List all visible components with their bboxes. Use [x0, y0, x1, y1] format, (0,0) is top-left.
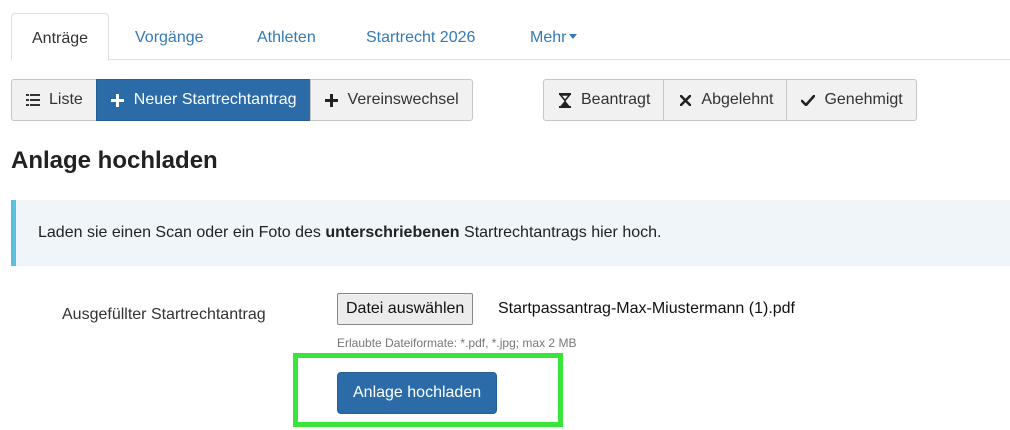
nav-tabs: Anträge Vorgänge Athleten Startrecht 202…	[11, 13, 1010, 61]
toolbar-group-create: Liste Neuer Startrechtantrag Vereinswech…	[11, 79, 473, 121]
plus-icon	[324, 93, 340, 107]
upload-attachment-button[interactable]: Anlage hochladen	[337, 372, 498, 414]
rejected-filter-button[interactable]: Abgelehnt	[663, 79, 788, 121]
page-title: Anlage hochladen	[11, 147, 218, 174]
info-alert: Laden sie einen Scan oder ein Foto des u…	[11, 200, 1010, 266]
tab-antraege[interactable]: Anträge	[11, 13, 110, 61]
x-icon	[677, 94, 693, 106]
choose-file-button[interactable]: Datei auswählen	[337, 293, 474, 325]
toolbar-group-status: Beantragt Abgelehnt Genehmigt	[543, 79, 917, 121]
approved-filter-button[interactable]: Genehmigt	[786, 79, 917, 121]
caret-down-icon	[569, 33, 578, 39]
new-application-button[interactable]: Neuer Startrechtantrag	[95, 79, 311, 121]
alert-text-before: Laden sie einen Scan oder ein Foto des	[38, 224, 326, 241]
requested-filter-button[interactable]: Beantragt	[543, 79, 665, 121]
check-icon	[800, 94, 816, 106]
selected-file-name: Startpassantrag-Max-Miustermann (1).pdf	[498, 300, 795, 317]
file-field-label: Ausgefüllter Startrechtantrag	[62, 306, 266, 323]
plus-icon	[110, 93, 126, 107]
allowed-formats-help: Erlaubte Dateiformate: *.pdf, *.jpg; max…	[337, 336, 577, 350]
hourglass-icon	[557, 92, 573, 108]
alert-text-after: Startrechtantrags hier hoch.	[459, 224, 662, 241]
club-change-button[interactable]: Vereinswechsel	[309, 79, 473, 121]
list-icon	[25, 94, 41, 106]
tab-athleten[interactable]: Athleten	[257, 13, 316, 59]
alert-text-bold: unterschriebenen	[325, 224, 460, 241]
tab-startrecht-2026[interactable]: Startrecht 2026	[366, 13, 475, 59]
list-button[interactable]: Liste	[11, 79, 97, 121]
tab-mehr-dropdown[interactable]: Mehr	[530, 13, 578, 59]
tab-vorgaenge[interactable]: Vorgänge	[135, 13, 204, 59]
